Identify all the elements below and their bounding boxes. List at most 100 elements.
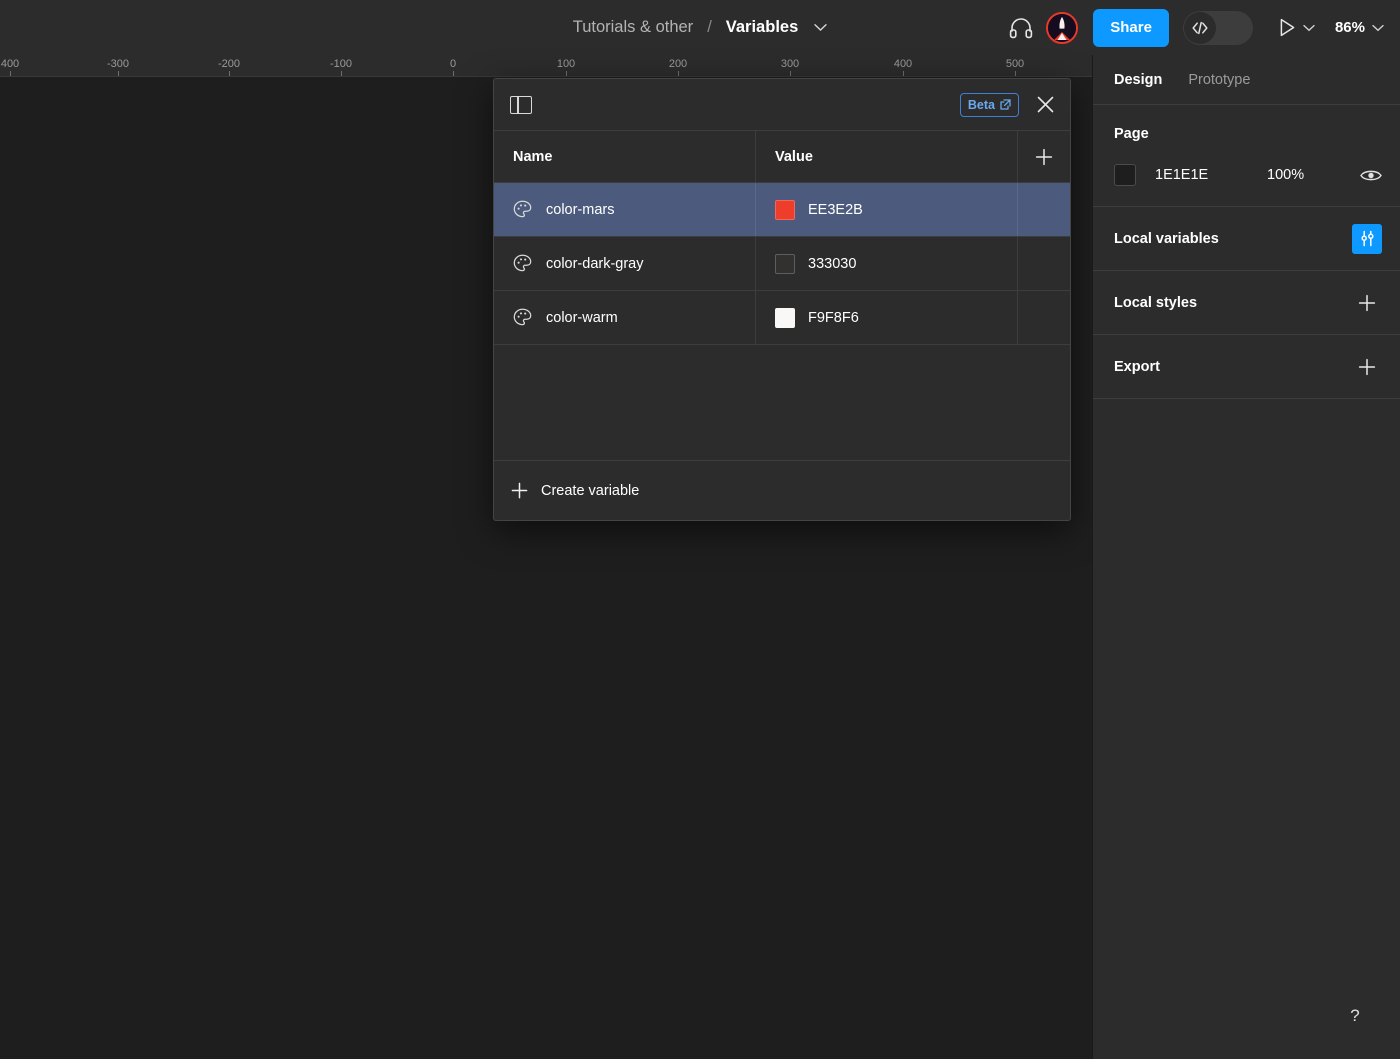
beta-badge[interactable]: Beta xyxy=(959,92,1019,117)
present-button-group[interactable] xyxy=(1279,18,1315,37)
variable-name-cell[interactable]: color-warm xyxy=(494,291,756,344)
breadcrumb-current[interactable]: Variables xyxy=(726,18,798,37)
sidebar-item-local-styles[interactable]: Local styles xyxy=(1093,271,1400,335)
play-icon[interactable] xyxy=(1279,18,1296,37)
palette-icon xyxy=(513,254,532,273)
top-toolbar: Tutorials & other / Variables Share 86% xyxy=(0,0,1400,55)
close-icon[interactable] xyxy=(1035,94,1056,115)
export-label: Export xyxy=(1114,358,1160,375)
variable-name-cell[interactable]: color-mars xyxy=(494,183,756,236)
variable-row-trailing-cell xyxy=(1018,237,1070,290)
ruler-tick xyxy=(903,71,904,76)
code-icon xyxy=(1183,11,1216,44)
horizontal-ruler: 400 -300 -200 -100 0 100 200 300 400 500 xyxy=(0,55,1092,77)
toolbar-right-actions: Share 86% xyxy=(1001,0,1384,55)
variable-value-cell[interactable]: 333030 xyxy=(756,237,1018,290)
sidebar-item-export[interactable]: Export xyxy=(1093,335,1400,399)
color-swatch[interactable] xyxy=(775,307,795,328)
ruler-tick xyxy=(678,71,679,76)
page-section: Page 1E1E1E 100% xyxy=(1093,105,1400,207)
zoom-control[interactable]: 86% xyxy=(1335,19,1384,36)
create-variable-label: Create variable xyxy=(541,482,640,499)
page-color-opacity[interactable]: 100% xyxy=(1267,167,1304,183)
palette-icon xyxy=(513,308,532,327)
beta-label: Beta xyxy=(967,97,995,112)
variables-table-body: color-mars EE3E2B color-dark-gray 333030 col… xyxy=(494,183,1070,460)
rocket-avatar xyxy=(1046,11,1079,44)
page-color-hex[interactable]: 1E1E1E xyxy=(1155,167,1267,183)
breadcrumb-separator: / xyxy=(707,18,712,36)
variable-row-trailing-cell xyxy=(1018,183,1070,236)
page-color-row: 1E1E1E 100% xyxy=(1114,164,1382,186)
ruler-tick xyxy=(566,71,567,76)
external-link-icon xyxy=(1000,99,1011,110)
sliders-icon[interactable] xyxy=(1352,223,1382,254)
ruler-tick xyxy=(118,71,119,76)
table-row[interactable]: color-mars EE3E2B xyxy=(494,183,1070,237)
variables-panel: Beta Name Value color-mars EE3E2B color-… xyxy=(493,78,1071,521)
headphones-icon[interactable] xyxy=(1001,9,1041,47)
question-mark-icon: ? xyxy=(1350,1006,1360,1025)
ruler-tick-label: -100 xyxy=(329,58,353,70)
column-header-value-label: Value xyxy=(775,148,813,165)
create-variable-button[interactable]: Create variable xyxy=(494,460,1070,520)
variable-hex-label: EE3E2B xyxy=(808,201,863,218)
ruler-tick-label: 400 xyxy=(0,58,20,70)
ruler-tick-label: 500 xyxy=(1005,58,1025,70)
help-button[interactable]: ? xyxy=(1336,997,1374,1035)
zoom-chevron-down-icon[interactable] xyxy=(1372,24,1384,32)
color-swatch[interactable] xyxy=(775,199,795,220)
variables-panel-header: Beta xyxy=(494,79,1070,131)
color-swatch[interactable] xyxy=(775,253,795,274)
ruler-tick-label: -300 xyxy=(106,58,130,70)
ruler-tick-label: 200 xyxy=(668,58,688,70)
zoom-level-label: 86% xyxy=(1334,19,1365,36)
add-variable-button[interactable] xyxy=(1018,131,1070,182)
variable-name-label: color-dark-gray xyxy=(546,255,644,272)
variable-hex-label: F9F8F6 xyxy=(808,309,859,326)
column-header-name: Name xyxy=(494,131,756,182)
right-sidebar: Design Prototype Page 1E1E1E 100% Local … xyxy=(1092,55,1400,1059)
variable-name-label: color-mars xyxy=(546,201,615,218)
table-row[interactable]: color-warm F9F8F6 xyxy=(494,291,1070,345)
share-label: Share xyxy=(1110,19,1152,36)
ruler-tick-label: 0 xyxy=(449,58,457,70)
variable-hex-label: 333030 xyxy=(808,255,857,272)
plus-icon xyxy=(511,482,528,499)
variable-value-cell[interactable]: EE3E2B xyxy=(756,183,1018,236)
ruler-tick xyxy=(790,71,791,76)
variable-value-cell[interactable]: F9F8F6 xyxy=(756,291,1018,344)
sidebar-tabs: Design Prototype xyxy=(1093,55,1400,105)
table-row[interactable]: color-dark-gray 333030 xyxy=(494,237,1070,291)
share-button[interactable]: Share xyxy=(1093,8,1169,47)
avatar[interactable] xyxy=(1041,11,1083,44)
eye-icon[interactable] xyxy=(1360,168,1382,183)
dev-mode-toggle[interactable] xyxy=(1182,10,1253,45)
panel-layout-icon[interactable] xyxy=(510,95,532,114)
variables-table-header: Name Value xyxy=(494,131,1070,183)
plus-icon[interactable] xyxy=(1352,288,1382,318)
palette-icon xyxy=(513,200,532,219)
tab-prototype-label: Prototype xyxy=(1188,71,1251,88)
ruler-tick xyxy=(453,71,454,76)
breadcrumb-parent[interactable]: Tutorials & other xyxy=(573,18,693,37)
local-variables-label: Local variables xyxy=(1114,230,1219,247)
ruler-tick xyxy=(229,71,230,76)
variable-name-cell[interactable]: color-dark-gray xyxy=(494,237,756,290)
column-header-value: Value xyxy=(756,131,1018,182)
page-color-swatch[interactable] xyxy=(1114,164,1136,186)
ruler-tick-label: 300 xyxy=(780,58,800,70)
sidebar-item-local-variables[interactable]: Local variables xyxy=(1093,207,1400,271)
present-chevron-down-icon[interactable] xyxy=(1303,24,1315,32)
page-section-title: Page xyxy=(1114,126,1149,142)
ruler-tick-label: 400 xyxy=(893,58,913,70)
ruler-tick xyxy=(341,71,342,76)
tab-design-label: Design xyxy=(1114,71,1163,88)
local-styles-label: Local styles xyxy=(1114,294,1198,311)
tab-design[interactable]: Design xyxy=(1114,72,1162,88)
ruler-tick-label: -200 xyxy=(217,58,241,70)
plus-icon[interactable] xyxy=(1352,352,1382,382)
chevron-down-icon[interactable] xyxy=(814,23,827,32)
column-header-name-label: Name xyxy=(513,148,553,165)
tab-prototype[interactable]: Prototype xyxy=(1188,72,1250,88)
